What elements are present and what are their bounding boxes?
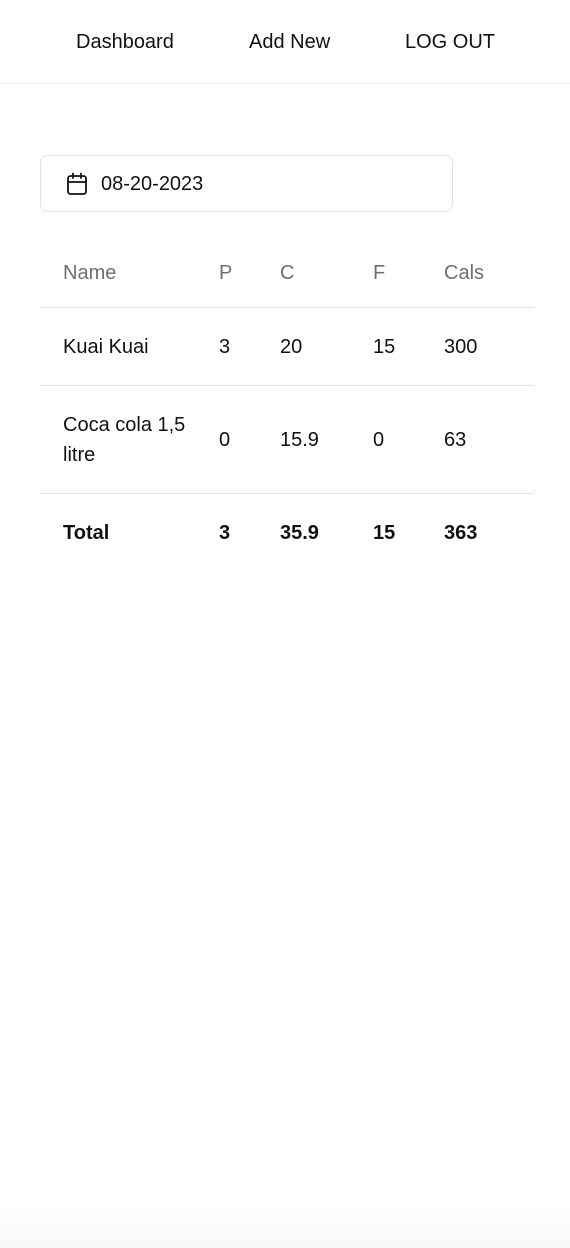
nav-dashboard-link[interactable]: Dashboard: [76, 29, 174, 55]
food-table: Name P C F Cals Kuai Kuai 3 20 15 300 Co…: [40, 238, 534, 572]
cell-fat: 15: [373, 307, 444, 386]
column-header-fat: F: [373, 238, 444, 308]
cell-protein: 0: [219, 385, 280, 494]
total-label: Total: [63, 522, 110, 544]
column-header-calories: Cals: [444, 238, 534, 308]
column-header-carbs: C: [280, 238, 373, 308]
column-header-protein: P: [219, 238, 280, 308]
cell-carbs: 15.9: [280, 385, 373, 494]
nav-add-new-link[interactable]: Add New: [249, 29, 330, 55]
total-protein: 3: [219, 522, 231, 544]
total-calories: 363: [444, 522, 478, 544]
cell-calories: 63: [444, 385, 534, 494]
cell-calories: 300: [444, 307, 534, 386]
total-carbs: 35.9: [280, 522, 319, 544]
top-navigation: Dashboard Add New LOG OUT: [0, 0, 570, 84]
cell-protein: 3: [219, 307, 280, 386]
cell-name: Coca cola 1,5 litre: [40, 385, 219, 494]
cell-name: Kuai Kuai: [40, 307, 219, 386]
column-header-name: Name: [40, 238, 219, 308]
calendar-icon: [66, 172, 88, 196]
table-row: Kuai Kuai 3 20 15 300: [40, 307, 534, 386]
bottom-fade: [0, 1208, 570, 1248]
table-header-row: Name P C F Cals: [40, 238, 534, 308]
date-picker[interactable]: 08-20-2023: [40, 155, 453, 212]
total-fat: 15: [373, 522, 396, 544]
table-row: Coca cola 1,5 litre 0 15.9 0 63: [40, 385, 534, 494]
date-value: 08-20-2023: [101, 173, 204, 195]
table-total-row: Total 3 35.9 15 363: [40, 494, 534, 573]
nav-log-out-link[interactable]: LOG OUT: [405, 29, 495, 55]
cell-carbs: 20: [280, 307, 373, 386]
cell-fat: 0: [373, 385, 444, 494]
